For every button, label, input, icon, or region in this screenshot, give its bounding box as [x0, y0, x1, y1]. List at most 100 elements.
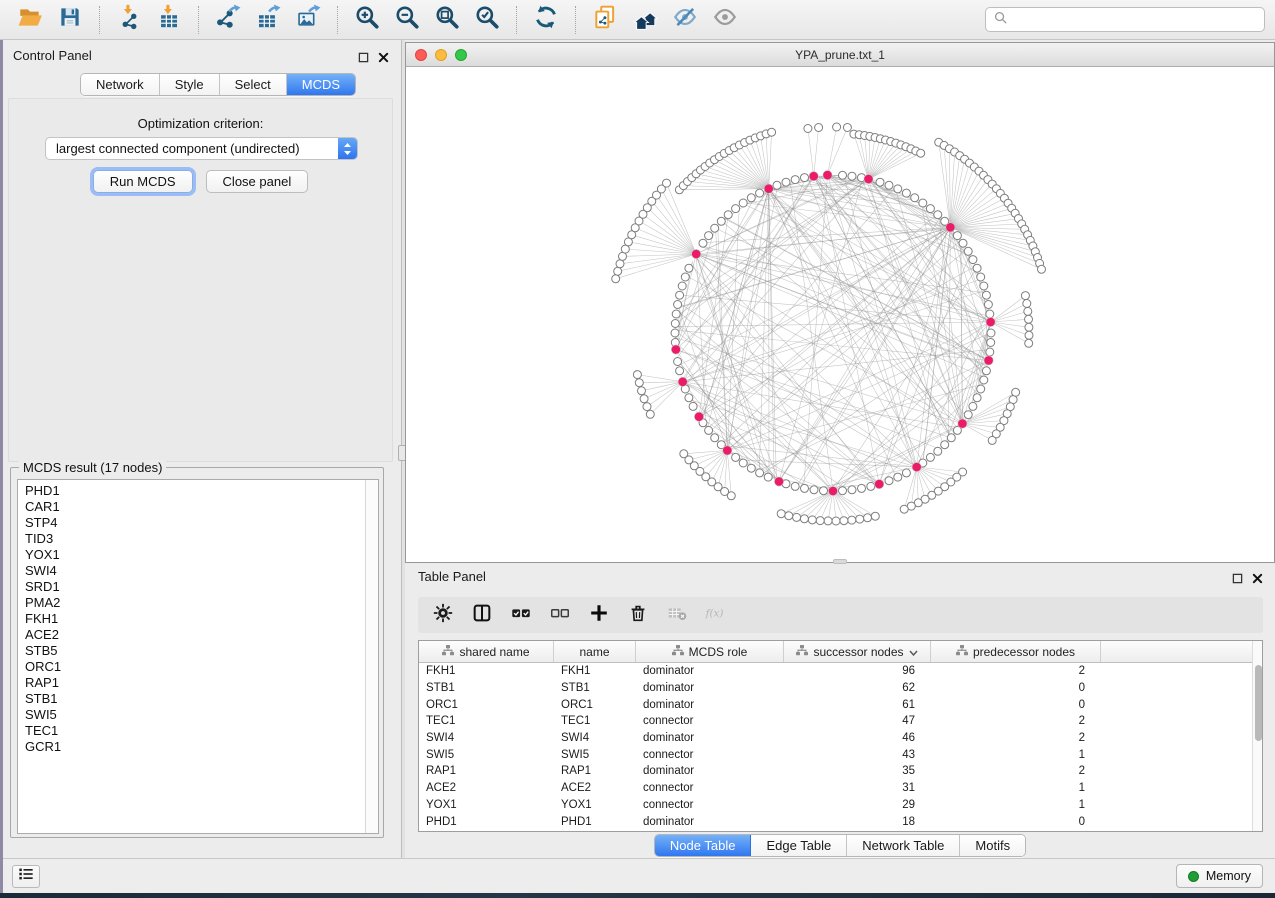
- table-scrollbar[interactable]: [1252, 641, 1262, 831]
- result-node-item[interactable]: RAP1: [25, 675, 378, 691]
- result-node-item[interactable]: TID3: [25, 531, 378, 547]
- graph-node[interactable]: [638, 387, 646, 395]
- graph-node[interactable]: [773, 181, 781, 189]
- graph-node[interactable]: [843, 124, 851, 132]
- graph-node[interactable]: [764, 473, 772, 481]
- horizontal-splitter-grip[interactable]: [833, 559, 847, 564]
- result-node-item[interactable]: STB1: [25, 691, 378, 707]
- graph-node-dominator[interactable]: [678, 377, 687, 386]
- graph-node[interactable]: [747, 464, 755, 472]
- tab-motifs[interactable]: Motifs: [960, 835, 1025, 856]
- graph-node[interactable]: [705, 232, 713, 240]
- scrollbar-thumb[interactable]: [1255, 665, 1262, 741]
- graph-node[interactable]: [871, 512, 879, 520]
- import-network-button[interactable]: [109, 4, 149, 36]
- result-node-item[interactable]: SWI5: [25, 707, 378, 723]
- table-row[interactable]: YOX1YOX1connector291: [419, 797, 1252, 814]
- graph-node-dominator[interactable]: [723, 446, 732, 455]
- graph-node[interactable]: [711, 224, 719, 232]
- table-row[interactable]: ORC1ORC1dominator610: [419, 696, 1252, 713]
- graph-node[interactable]: [732, 205, 740, 213]
- graph-node[interactable]: [839, 487, 847, 495]
- graph-node[interactable]: [973, 264, 981, 272]
- graph-node-dominator[interactable]: [671, 345, 680, 354]
- graph-node[interactable]: [1021, 292, 1029, 300]
- graph-node[interactable]: [977, 385, 985, 393]
- graph-node[interactable]: [984, 301, 992, 309]
- graph-node[interactable]: [739, 199, 747, 207]
- graph-node[interactable]: [1025, 339, 1033, 347]
- graph-node[interactable]: [926, 205, 934, 213]
- graph-node[interactable]: [926, 453, 934, 461]
- task-history-button[interactable]: [12, 865, 40, 888]
- graph-node[interactable]: [676, 367, 684, 375]
- graph-node[interactable]: [911, 194, 919, 202]
- save-session-button[interactable]: [50, 4, 90, 36]
- column-visibility-button[interactable]: [467, 601, 497, 629]
- zoom-in-button[interactable]: [347, 4, 387, 36]
- graph-node[interactable]: [867, 482, 875, 490]
- graph-node[interactable]: [986, 310, 994, 318]
- tab-mcds[interactable]: MCDS: [287, 74, 355, 95]
- table-row[interactable]: ACE2ACE2connector311: [419, 780, 1252, 797]
- result-node-item[interactable]: PMA2: [25, 595, 378, 611]
- result-node-item[interactable]: CAR1: [25, 499, 378, 515]
- tab-style[interactable]: Style: [160, 74, 220, 95]
- export-table-button[interactable]: [248, 4, 288, 36]
- graph-node[interactable]: [633, 371, 641, 379]
- zoom-fit-button[interactable]: [427, 4, 467, 36]
- graph-node[interactable]: [1025, 315, 1033, 323]
- result-node-item[interactable]: ACE2: [25, 627, 378, 643]
- graph-node[interactable]: [756, 469, 764, 477]
- graph-node[interactable]: [832, 517, 840, 525]
- result-node-item[interactable]: PHD1: [25, 483, 378, 499]
- graph-node[interactable]: [902, 189, 910, 197]
- graph-node[interactable]: [739, 459, 747, 467]
- column-header-shared-name[interactable]: shared name: [419, 641, 554, 662]
- graph-node-dominator[interactable]: [912, 462, 921, 471]
- search-box[interactable]: [985, 7, 1265, 32]
- mcds-result-list[interactable]: PHD1CAR1STP4TID3YOX1SWI4SRD1PMA2FKH1ACE2…: [17, 479, 379, 834]
- clone-network-button[interactable]: [585, 4, 625, 36]
- graph-node[interactable]: [1025, 323, 1033, 331]
- result-node-item[interactable]: FKH1: [25, 611, 378, 627]
- column-header-MCDS-role[interactable]: MCDS role: [636, 641, 784, 662]
- graph-node[interactable]: [982, 367, 990, 375]
- graph-node-dominator[interactable]: [984, 356, 993, 365]
- graph-node[interactable]: [678, 282, 686, 290]
- graph-node[interactable]: [1023, 300, 1031, 308]
- first-neighbors-button[interactable]: [625, 4, 665, 36]
- graph-node[interactable]: [808, 516, 816, 524]
- graph-node[interactable]: [768, 128, 776, 136]
- graph-node[interactable]: [672, 310, 680, 318]
- close-panel-button[interactable]: Close panel: [206, 170, 309, 193]
- graph-node[interactable]: [894, 473, 902, 481]
- result-node-item[interactable]: TEC1: [25, 723, 378, 739]
- graph-node[interactable]: [791, 176, 799, 184]
- graph-node[interactable]: [635, 379, 643, 387]
- graph-node[interactable]: [864, 514, 872, 522]
- graph-node[interactable]: [612, 275, 620, 283]
- graph-node[interactable]: [685, 264, 693, 272]
- table-row[interactable]: RAP1RAP1dominator352: [419, 763, 1252, 780]
- graph-node[interactable]: [953, 232, 961, 240]
- result-node-item[interactable]: YOX1: [25, 547, 378, 563]
- graph-node[interactable]: [816, 517, 824, 525]
- graph-node[interactable]: [969, 256, 977, 264]
- graph-node[interactable]: [876, 178, 884, 186]
- graph-node-dominator[interactable]: [828, 486, 837, 495]
- graph-node[interactable]: [977, 273, 985, 281]
- graph-node-dominator[interactable]: [774, 477, 783, 486]
- graph-node[interactable]: [959, 239, 967, 247]
- graph-node[interactable]: [785, 512, 793, 520]
- graph-node[interactable]: [643, 403, 651, 411]
- table-row[interactable]: SWI5SWI5connector431: [419, 746, 1252, 763]
- graph-node[interactable]: [885, 477, 893, 485]
- graph-node[interactable]: [840, 517, 848, 525]
- export-network-button[interactable]: [208, 4, 248, 36]
- graph-node[interactable]: [980, 376, 988, 384]
- graph-node[interactable]: [964, 411, 972, 419]
- graph-node[interactable]: [980, 282, 988, 290]
- close-table-panel-icon[interactable]: [1252, 571, 1263, 589]
- memory-button[interactable]: Memory: [1176, 864, 1263, 888]
